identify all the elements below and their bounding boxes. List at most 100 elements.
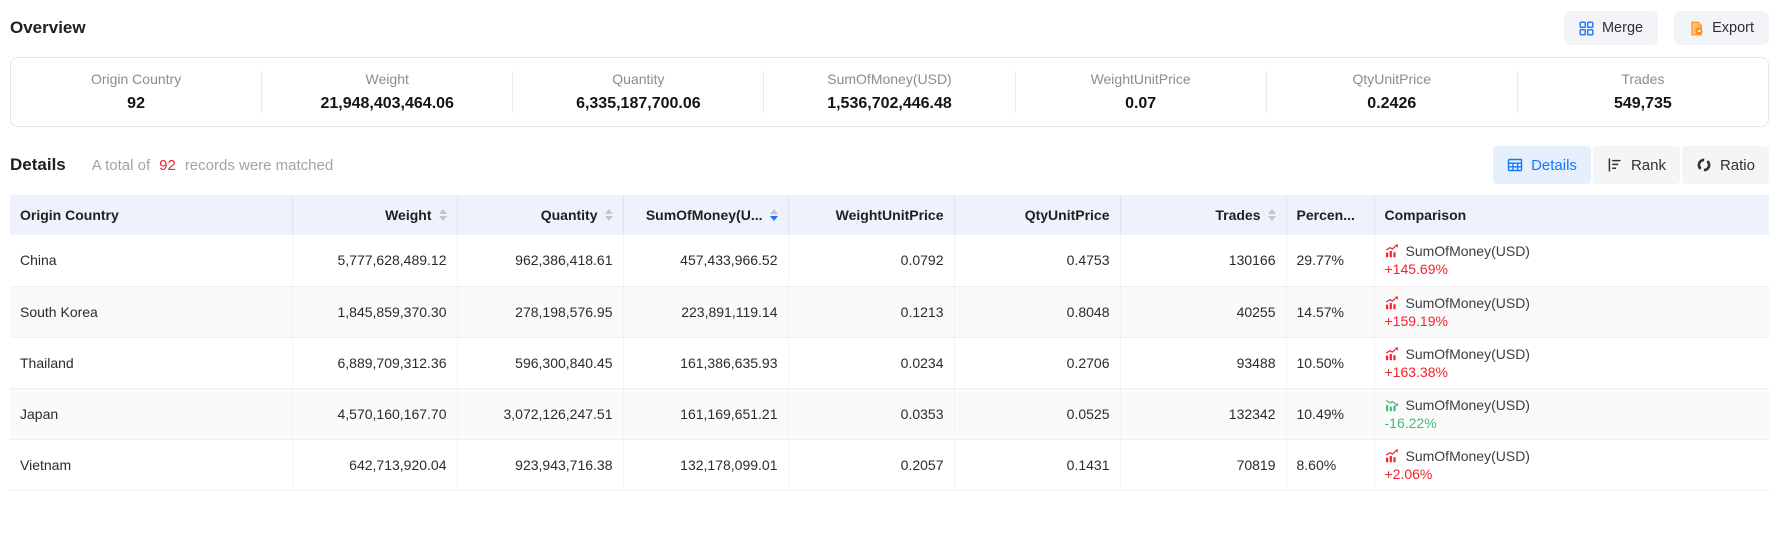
comparison-metric: SumOfMoney(USD) bbox=[1406, 296, 1530, 310]
rank-bars-icon bbox=[1607, 157, 1623, 173]
comparison-metric: SumOfMoney(USD) bbox=[1406, 449, 1530, 463]
cell-quantity: 3,072,126,247.51 bbox=[457, 388, 623, 439]
sort-icons[interactable] bbox=[605, 209, 613, 222]
stat-label: Trades bbox=[1621, 71, 1664, 87]
cell-origin-country: Vietnam bbox=[10, 439, 292, 490]
export-icon bbox=[1689, 21, 1704, 36]
summary-prefix: A total of bbox=[92, 157, 150, 174]
details-table: Origin CountryWeightQuantitySumOfMoney(U… bbox=[10, 195, 1769, 491]
column-header-sumofmoney-u[interactable]: SumOfMoney(U... bbox=[623, 195, 788, 235]
table-body: China5,777,628,489.12962,386,418.61457,4… bbox=[10, 235, 1769, 490]
cell-comparison: SumOfMoney(USD) +2.06% bbox=[1374, 439, 1769, 490]
column-label: WeightUnitPrice bbox=[836, 207, 944, 223]
comparison-change: +163.38% bbox=[1385, 365, 1760, 379]
sort-asc-icon[interactable] bbox=[770, 209, 778, 214]
view-tab-ratio[interactable]: Ratio bbox=[1682, 146, 1769, 184]
cell-sum-of-money: 223,891,119.14 bbox=[623, 286, 788, 337]
stat-trades: Trades 549,735 bbox=[1518, 71, 1768, 113]
cell-percentage: 8.60% bbox=[1286, 439, 1374, 490]
sort-asc-icon[interactable] bbox=[439, 209, 447, 214]
export-button[interactable]: Export bbox=[1674, 11, 1769, 45]
ratio-donut-icon bbox=[1696, 157, 1712, 173]
stat-label: SumOfMoney(USD) bbox=[827, 71, 951, 87]
stat-value: 6,335,187,700.06 bbox=[576, 95, 701, 113]
stat-value: 549,735 bbox=[1614, 95, 1672, 113]
cell-sum-of-money: 161,386,635.93 bbox=[623, 337, 788, 388]
cell-percentage: 10.49% bbox=[1286, 388, 1374, 439]
cell-origin-country: South Korea bbox=[10, 286, 292, 337]
column-header-quantity[interactable]: Quantity bbox=[457, 195, 623, 235]
cell-qty-unit-price: 0.2706 bbox=[954, 337, 1120, 388]
sort-icons[interactable] bbox=[1268, 209, 1276, 222]
merge-button[interactable]: Merge bbox=[1564, 11, 1658, 45]
view-tab-rank[interactable]: Rank bbox=[1593, 146, 1680, 184]
column-header-trades[interactable]: Trades bbox=[1120, 195, 1286, 235]
trend-up-icon bbox=[1385, 449, 1399, 463]
table-header: Origin CountryWeightQuantitySumOfMoney(U… bbox=[10, 195, 1769, 235]
cell-weight-unit-price: 0.1213 bbox=[788, 286, 954, 337]
column-header-percen: Percen... bbox=[1286, 195, 1374, 235]
view-tab-details[interactable]: Details bbox=[1493, 146, 1591, 184]
cell-percentage: 29.77% bbox=[1286, 235, 1374, 286]
sort-icons[interactable] bbox=[439, 209, 447, 222]
sort-desc-icon[interactable] bbox=[770, 216, 778, 221]
top-actions: Merge Export bbox=[1564, 11, 1769, 45]
details-bar: Details A total of 92 records were match… bbox=[10, 146, 1769, 184]
cell-weight-unit-price: 0.0792 bbox=[788, 235, 954, 286]
sort-asc-icon[interactable] bbox=[605, 209, 613, 214]
column-header-weight[interactable]: Weight bbox=[292, 195, 457, 235]
comparison-cell: SumOfMoney(USD)-16.22% bbox=[1385, 398, 1760, 430]
comparison-metric: SumOfMoney(USD) bbox=[1406, 398, 1530, 412]
cell-weight: 1,845,859,370.30 bbox=[292, 286, 457, 337]
table-header-row: Origin CountryWeightQuantitySumOfMoney(U… bbox=[10, 195, 1769, 235]
column-label: Percen... bbox=[1297, 207, 1355, 223]
merge-button-label: Merge bbox=[1602, 20, 1643, 36]
comparison-change: +2.06% bbox=[1385, 467, 1760, 481]
cell-comparison: SumOfMoney(USD)-16.22% bbox=[1374, 388, 1769, 439]
column-label: SumOfMoney(U... bbox=[646, 207, 763, 223]
comparison-metric: SumOfMoney(USD) bbox=[1406, 244, 1530, 258]
trend-up-icon bbox=[1385, 244, 1399, 258]
top-bar: Overview Merge bbox=[10, 0, 1769, 54]
stat-qtyunitprice: QtyUnitPrice0.2426 bbox=[1267, 71, 1518, 113]
column-label: Trades bbox=[1215, 207, 1260, 223]
cell-trades: 132342 bbox=[1120, 388, 1286, 439]
stat-label: WeightUnitPrice bbox=[1091, 71, 1191, 87]
column-header-weightunitprice: WeightUnitPrice bbox=[788, 195, 954, 235]
cell-qty-unit-price: 0.8048 bbox=[954, 286, 1120, 337]
summary-suffix: records were matched bbox=[185, 157, 333, 174]
sort-desc-icon[interactable] bbox=[1268, 216, 1276, 221]
table-row-thailand: Thailand6,889,709,312.36596,300,840.4516… bbox=[10, 337, 1769, 388]
column-label: Weight bbox=[385, 207, 431, 223]
sort-asc-icon[interactable] bbox=[1268, 209, 1276, 214]
table-row-japan: Japan4,570,160,167.703,072,126,247.51161… bbox=[10, 388, 1769, 439]
cell-trades: 130166 bbox=[1120, 235, 1286, 286]
cell-weight-unit-price: 0.0234 bbox=[788, 337, 954, 388]
stat-value: 21,948,403,464.06 bbox=[320, 95, 453, 113]
cell-quantity: 278,198,576.95 bbox=[457, 286, 623, 337]
cell-quantity: 596,300,840.45 bbox=[457, 337, 623, 388]
stat-quantity: Quantity6,335,187,700.06 bbox=[513, 71, 764, 113]
sort-desc-icon[interactable] bbox=[439, 216, 447, 221]
stat-weightunitprice: WeightUnitPrice0.07 bbox=[1016, 71, 1267, 113]
cell-qty-unit-price: 0.4753 bbox=[954, 235, 1120, 286]
cell-weight-unit-price: 0.2057 bbox=[788, 439, 954, 490]
view-tab-label: Rank bbox=[1631, 157, 1666, 174]
table-row-china: China5,777,628,489.12962,386,418.61457,4… bbox=[10, 235, 1769, 286]
table-row-south-korea: South Korea1,845,859,370.30278,198,576.9… bbox=[10, 286, 1769, 337]
column-label: QtyUnitPrice bbox=[1025, 207, 1110, 223]
stat-label: Origin Country bbox=[91, 71, 181, 87]
cell-trades: 70819 bbox=[1120, 439, 1286, 490]
trend-up-icon bbox=[1385, 296, 1399, 310]
column-label: Quantity bbox=[541, 207, 598, 223]
details-title: Details bbox=[10, 155, 66, 175]
column-header-qtyunitprice: QtyUnitPrice bbox=[954, 195, 1120, 235]
column-header-comparison: Comparison bbox=[1374, 195, 1769, 235]
stat-weight: Weight21,948,403,464.06 bbox=[262, 71, 513, 113]
sort-desc-icon[interactable] bbox=[605, 216, 613, 221]
stat-origin-country: Origin Country92 bbox=[11, 71, 262, 113]
stat-sumofmoney-usd: SumOfMoney(USD)1,536,702,446.48 bbox=[764, 71, 1015, 113]
cell-weight: 642,713,920.04 bbox=[292, 439, 457, 490]
sort-icons[interactable] bbox=[770, 209, 778, 222]
overview-page: Overview Merge bbox=[0, 0, 1779, 491]
